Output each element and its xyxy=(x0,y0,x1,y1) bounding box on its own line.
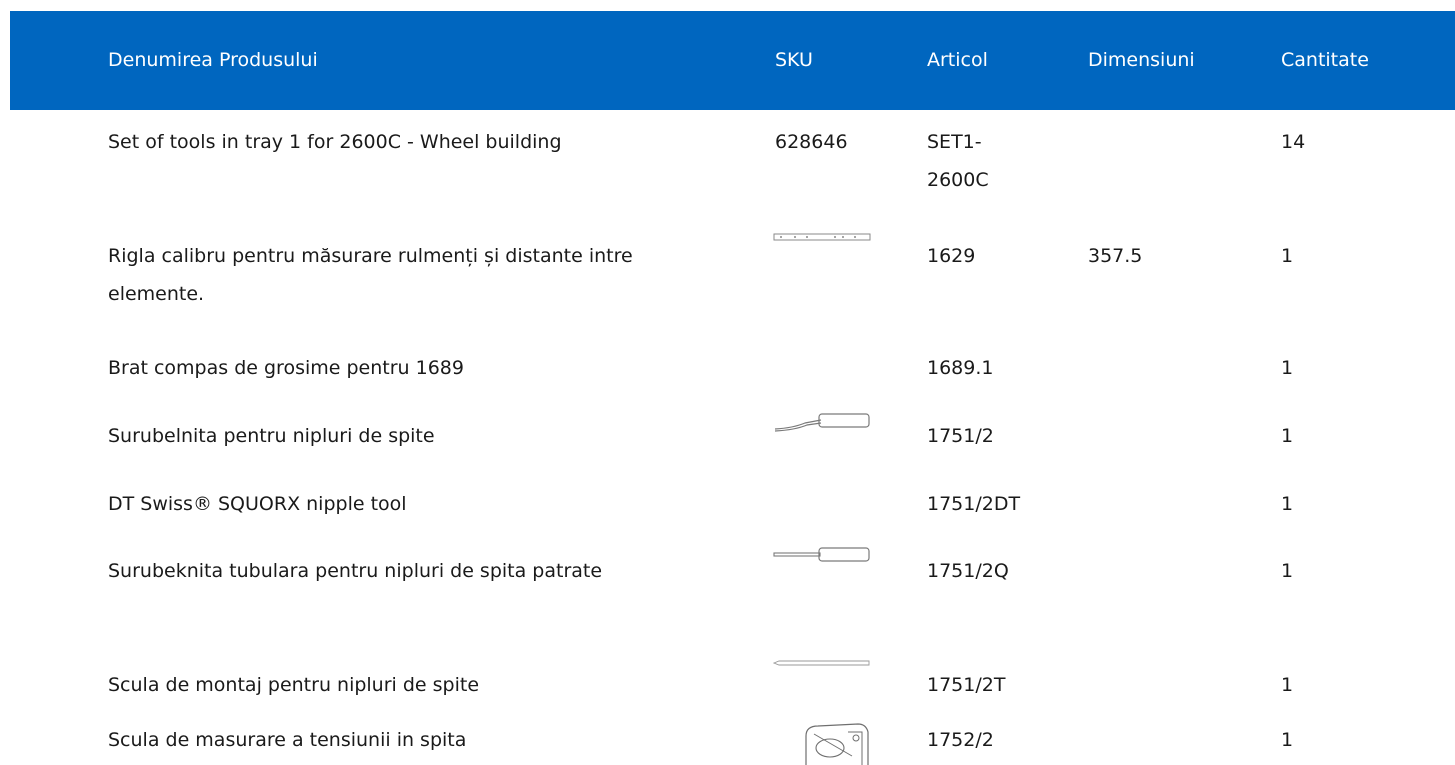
product-name: Brat compas de grosime pentru 1689 xyxy=(108,357,464,379)
product-quantity: 14 xyxy=(1281,131,1306,153)
header-article: Articol xyxy=(927,49,988,71)
product-quantity: 1 xyxy=(1281,493,1294,515)
tubular-screwdriver-image xyxy=(773,545,871,565)
product-article: 1629 xyxy=(927,245,976,267)
product-quantity: 1 xyxy=(1281,357,1294,379)
header-product-name: Denumirea Produsului xyxy=(108,49,318,71)
product-name: Surubeknita tubulara pentru nipluri de s… xyxy=(108,560,603,582)
product-article: 1751/2T xyxy=(927,674,1006,696)
product-article: SET1-2600C xyxy=(927,131,989,191)
product-quantity: 1 xyxy=(1281,560,1294,582)
product-article: 1689.1 xyxy=(927,357,994,379)
product-article: 1752/2 xyxy=(927,729,994,751)
product-sku: 628646 xyxy=(775,131,848,153)
product-quantity: 1 xyxy=(1281,729,1294,751)
product-name: Scula de montaj pentru nipluri de spite xyxy=(108,674,480,696)
table-header: Denumirea Produsului SKU Articol Dimensi… xyxy=(10,11,1455,110)
product-name: Scula de masurare a tensiunii in spita xyxy=(108,729,467,751)
product-article: 1751/2Q xyxy=(927,560,1009,582)
product-name: DT Swiss® SQUORX nipple tool xyxy=(108,493,407,515)
mounting-tool-image xyxy=(773,659,871,667)
header-quantity: Cantitate xyxy=(1281,49,1369,71)
product-article: 1751/2 xyxy=(927,425,994,447)
bent-screwdriver-image xyxy=(773,411,871,433)
header-sku: SKU xyxy=(775,49,813,71)
product-name: Set of tools in tray 1 for 2600C - Wheel… xyxy=(108,131,562,153)
product-quantity: 1 xyxy=(1281,245,1294,267)
product-table: Denumirea Produsului SKU Articol Dimensi… xyxy=(0,0,1455,765)
caliper-ruler-image xyxy=(773,232,871,242)
product-dimensions: 357.5 xyxy=(1088,245,1143,267)
product-quantity: 1 xyxy=(1281,425,1294,447)
product-article: 1751/2DT xyxy=(927,493,1021,515)
product-name: Surubelnita pentru nipluri de spite xyxy=(108,425,435,447)
tension-meter-image xyxy=(800,722,872,765)
product-name: Rigla calibru pentru măsurare rulmenți ș… xyxy=(108,245,633,305)
product-quantity: 1 xyxy=(1281,674,1294,696)
header-dimensions: Dimensiuni xyxy=(1088,49,1195,71)
